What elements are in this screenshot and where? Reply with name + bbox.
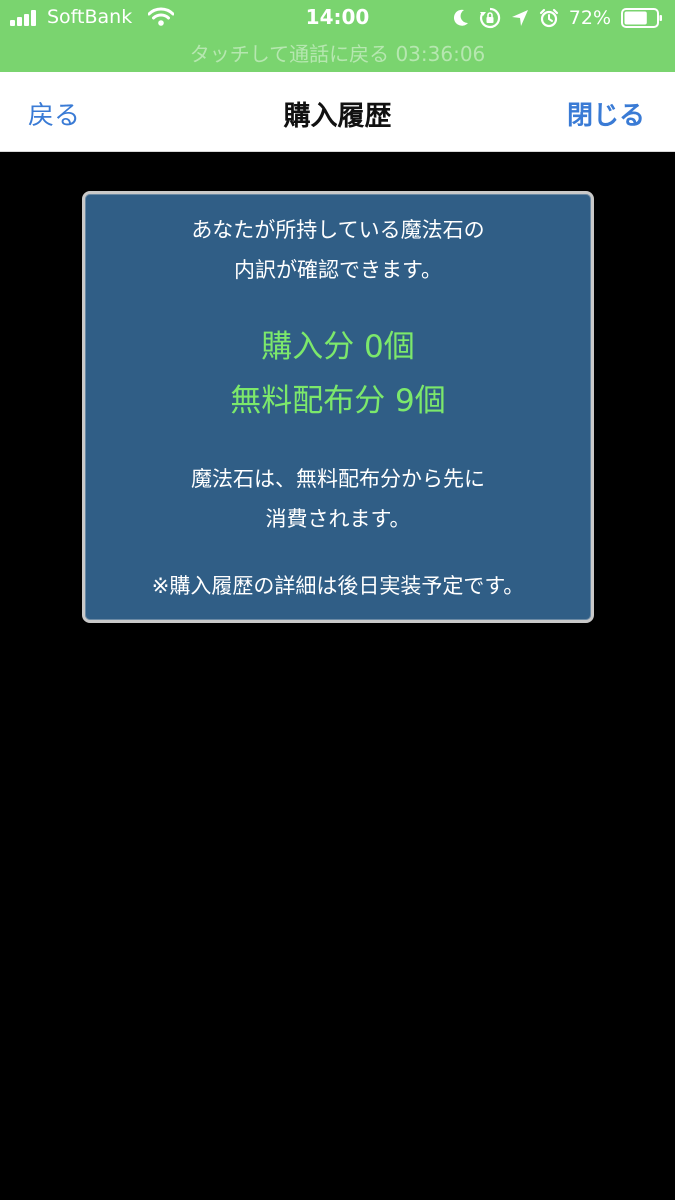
footnote: ※購入履歴の詳細は後日実装予定です。	[151, 574, 525, 598]
close-button[interactable]: 閉じる	[567, 95, 645, 132]
note-line: 魔法石は、無料配布分から先に	[191, 467, 485, 491]
magic-stone-info-panel: あなたが所持している魔法石の 内訳が確認できます。 購入分 0個 無料配布分 9…	[82, 191, 594, 623]
status-icons: 72%	[453, 6, 663, 30]
note-line: 消費されます。	[265, 507, 411, 531]
rotation-lock-icon	[479, 7, 500, 29]
location-icon	[511, 10, 528, 26]
battery-percent: 72%	[568, 7, 611, 29]
free-count: 無料配布分 9個	[230, 383, 446, 419]
intro-text: あなたが所持している魔法石の 内訳が確認できます。	[85, 210, 591, 290]
status-row: SoftBank 14:00 72%	[0, 0, 675, 36]
status-bar: SoftBank 14:00 72% タッチして通話に戻る 03:36:06	[0, 0, 675, 72]
intro-line: あなたが所持している魔法石の	[191, 218, 485, 242]
intro-line: 内訳が確認できます。	[234, 258, 442, 282]
consumption-note: 魔法石は、無料配布分から先に 消費されます。	[85, 459, 591, 539]
alarm-icon	[539, 8, 558, 28]
battery-icon	[621, 8, 662, 28]
purchased-count: 購入分 0個	[261, 329, 415, 365]
moon-icon	[453, 9, 468, 26]
return-to-call-banner[interactable]: タッチして通話に戻る 03:36:06	[0, 38, 675, 67]
navigation-bar: 戻る 購入履歴 閉じる	[0, 72, 675, 152]
